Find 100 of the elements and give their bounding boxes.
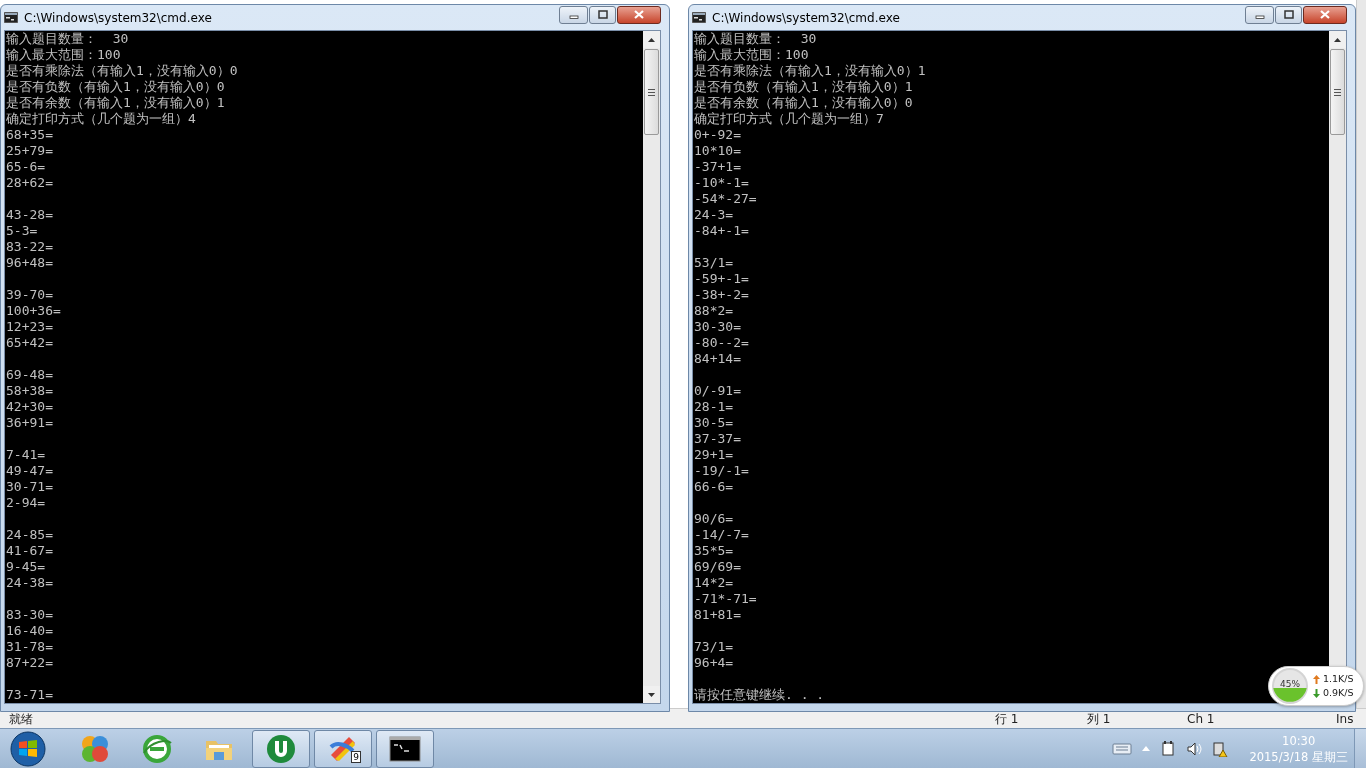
download-rate: 0.9K/S (1323, 686, 1354, 700)
math-problem: -14/-7= (694, 527, 749, 543)
console-line: 输入最大范围：100 (694, 47, 809, 63)
math-problem: 88*2= (694, 303, 734, 319)
math-problem: 83-30= (6, 607, 53, 623)
math-problem: 81+81= (694, 607, 741, 623)
show-desktop-button[interactable] (1354, 728, 1366, 768)
math-problem: 35*5= (694, 543, 734, 559)
column-indicator: 列 1 (1087, 710, 1112, 728)
math-problem: 12+23= (6, 319, 53, 335)
math-problem: 30-5= (694, 415, 734, 431)
math-problem: 58+38= (6, 383, 53, 399)
scroll-down-icon (648, 692, 655, 697)
console-line: 输入最大范围：100 (6, 47, 121, 63)
math-problem: 7-41= (6, 447, 46, 463)
math-problem: -19/-1= (694, 463, 749, 479)
line-indicator: 行 1 (995, 710, 1020, 728)
math-problem: 9-45= (6, 559, 46, 575)
close-icon (634, 10, 644, 19)
console-prompt: 请按任意键继续. . . (694, 687, 825, 703)
window-title: C:\Windows\system32\cmd.exe (24, 9, 213, 27)
math-problem: 2-94= (6, 495, 46, 511)
console-line: 是否有负数（有输入1，没有输入0）0 (6, 79, 225, 95)
math-problem: -80--2= (694, 335, 749, 351)
math-problem: 30-71= (6, 479, 53, 495)
minimize-button[interactable] (559, 5, 588, 24)
math-problem: 36+91= (6, 415, 53, 431)
math-problem: 25+79= (6, 143, 53, 159)
math-problem: 37-37= (694, 431, 741, 447)
maximize-icon (1283, 10, 1294, 19)
math-problem: 96+4= (694, 655, 734, 671)
scroll-up-icon (1334, 37, 1341, 42)
math-problem: 65-6= (6, 159, 46, 175)
math-problem: -38+-2= (694, 287, 749, 303)
speaker-icon (1186, 740, 1203, 757)
math-problem: 90/6= (694, 511, 734, 527)
close-icon (1320, 10, 1330, 19)
grip-icon (1334, 88, 1341, 96)
minimize-button[interactable] (1245, 5, 1274, 24)
taskbar-button[interactable] (376, 729, 434, 768)
math-problem: 0/-91= (694, 383, 741, 399)
window-title: C:\Windows\system32\cmd.exe (712, 9, 901, 27)
console-icon (692, 12, 706, 23)
math-problem: 0+-92= (694, 127, 741, 143)
math-problem: 73/1= (694, 639, 734, 655)
math-problem: 42+30= (6, 399, 53, 415)
grip-icon (648, 88, 655, 96)
math-problem: 28-1= (694, 399, 734, 415)
math-problem: 65+42= (6, 335, 53, 351)
windows-logo-icon (9, 729, 47, 768)
math-problem: 53/1= (694, 255, 734, 271)
upload-arrow-icon (1313, 674, 1320, 684)
math-problem: 24-3= (694, 207, 734, 223)
math-problem: 10*10= (694, 143, 741, 159)
usage-percent: 45% (1280, 679, 1300, 691)
math-problem: 39-70= (6, 287, 53, 303)
math-problem: -37+1= (694, 159, 741, 175)
scroll-up-icon (648, 37, 655, 42)
console-line: 确定打印方式（几个题为一组）7 (694, 111, 884, 127)
math-problem: -54*-27= (694, 191, 757, 207)
math-problem: 69/69= (694, 559, 741, 575)
console-line: 确定打印方式（几个题为一组）4 (6, 111, 196, 127)
maximize-button[interactable] (1275, 5, 1302, 24)
math-problem: 84+14= (694, 351, 741, 367)
mode-indicator: Ins (1336, 710, 1354, 728)
math-problem: 66-6= (694, 479, 734, 495)
math-problem: 24-85= (6, 527, 53, 543)
scrollbar[interactable] (643, 31, 660, 703)
math-problem: 31-78= (6, 639, 53, 655)
network-warning-icon (1212, 740, 1229, 757)
math-problem: -59+-1= (694, 271, 749, 287)
math-problem: 43-28= (6, 207, 53, 223)
math-problem: 96+48= (6, 255, 53, 271)
clock-time: 10:30 (1282, 732, 1316, 749)
console-line: 是否有负数（有输入1，没有输入0）1 (694, 79, 913, 95)
console-line: 输入题目数量： 30 (6, 31, 129, 47)
download-arrow-icon (1313, 688, 1320, 698)
upload-rate: 1.1K/S (1323, 672, 1354, 686)
close-button[interactable] (617, 5, 661, 24)
math-problem: 83-22= (6, 239, 53, 255)
status-text: 就绪 (9, 710, 34, 728)
browser-icon (141, 732, 173, 765)
math-problem: 5-3= (6, 223, 38, 239)
math-problem: 49-47= (6, 463, 53, 479)
math-problem: 41-67= (6, 543, 53, 559)
math-problem: 29+1= (694, 447, 734, 463)
math-problem: 24-38= (6, 575, 53, 591)
math-problem: 16-40= (6, 623, 53, 639)
console-line: 是否有乘除法（有输入1，没有输入0）0 (6, 63, 238, 79)
close-button[interactable] (1303, 5, 1347, 24)
math-problem: -84+-1= (694, 223, 749, 239)
math-problem: 69-48= (6, 367, 53, 383)
taskbar-button[interactable]: 9 (314, 729, 372, 768)
math-problem: 14*2= (694, 575, 734, 591)
math-problem: 87+22= (6, 655, 53, 671)
math-problem: 28+62= (6, 175, 53, 191)
maximize-button[interactable] (589, 5, 616, 24)
show-hidden-icons-icon (1142, 746, 1151, 751)
math-problem: 30-30= (694, 319, 741, 335)
torrent-icon (265, 732, 297, 765)
